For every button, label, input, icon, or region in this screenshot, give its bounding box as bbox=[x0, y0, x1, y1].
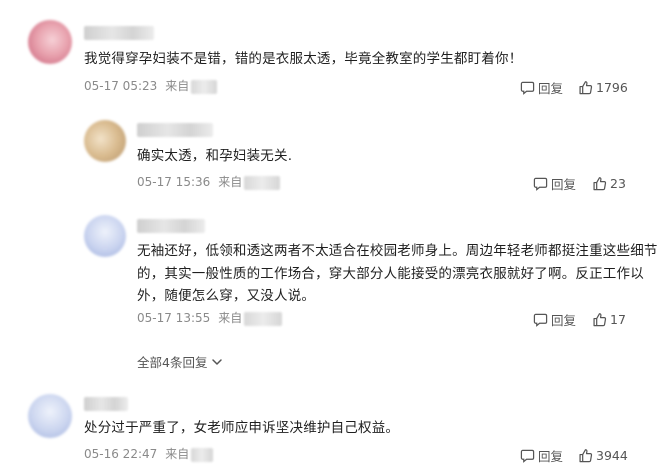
comment-bubble-icon bbox=[533, 313, 548, 327]
show-all-replies-label: 全部4条回复 bbox=[137, 355, 208, 370]
like-button[interactable]: 3944 bbox=[578, 446, 628, 464]
reply-label: 回复 bbox=[551, 176, 577, 192]
timestamp: 05-16 22:47 bbox=[84, 447, 158, 461]
like-count: 17 bbox=[610, 311, 626, 327]
comment-meta: 05-17 13:55 来自 bbox=[137, 310, 283, 326]
reply-label: 回复 bbox=[538, 80, 564, 96]
username-blurred[interactable] bbox=[84, 397, 128, 411]
timestamp: 05-17 15:36 bbox=[137, 175, 211, 189]
comment-text: 处分过于严重了，女老师应申诉坚决维护自己权益。 bbox=[84, 420, 400, 436]
comment-text: 无袖还好，低领和透这两者不太适合在校园老师身上。周边年轻老师都挺注重这些细节 的… bbox=[137, 240, 658, 308]
comment-bubble-icon bbox=[520, 449, 535, 463]
avatar[interactable] bbox=[28, 20, 72, 64]
username-blurred[interactable] bbox=[137, 219, 205, 233]
thumbs-up-icon bbox=[593, 176, 607, 190]
source-label: 来自 bbox=[218, 311, 243, 325]
source-label: 来自 bbox=[218, 175, 243, 189]
timestamp: 05-17 13:55 bbox=[137, 311, 211, 325]
reply-button[interactable]: 回复 bbox=[520, 446, 563, 464]
comment-meta: 05-16 22:47 来自 bbox=[84, 446, 214, 462]
username-blurred[interactable] bbox=[137, 123, 213, 137]
show-all-replies-button[interactable]: 全部4条回复 bbox=[137, 352, 223, 371]
timestamp: 05-17 05:23 bbox=[84, 79, 158, 93]
like-count: 1796 bbox=[596, 79, 628, 95]
comment-bubble-icon bbox=[520, 81, 535, 95]
comment-text-line: 的，其实一般性质的工作场合，穿大部分人能接受的漂亮衣服就好了啊。反正工作以 bbox=[137, 265, 644, 282]
chevron-down-icon bbox=[212, 358, 223, 365]
reply-button[interactable]: 回复 bbox=[520, 78, 563, 96]
thumbs-up-icon bbox=[579, 448, 593, 462]
like-count: 3944 bbox=[596, 447, 628, 463]
comment-meta: 05-17 05:23 来自 bbox=[84, 78, 218, 94]
reply-button[interactable]: 回复 bbox=[533, 174, 576, 192]
source-blurred bbox=[244, 311, 283, 326]
comment-meta: 05-17 15:36 来自 bbox=[137, 174, 281, 190]
thumbs-up-icon bbox=[593, 312, 607, 326]
like-count: 23 bbox=[610, 175, 626, 191]
comment-text: 确实太透，和孕妇装无关. bbox=[137, 148, 293, 164]
like-button[interactable]: 17 bbox=[592, 310, 626, 328]
username-blurred[interactable] bbox=[84, 26, 154, 40]
comment-text: 我觉得穿孕妇装不是错，错的是衣服太透，毕竟全教室的学生都盯着你！ bbox=[84, 51, 523, 67]
reply-label: 回复 bbox=[551, 312, 577, 328]
reply-button[interactable]: 回复 bbox=[533, 310, 576, 328]
thumbs-up-icon bbox=[579, 80, 593, 94]
avatar[interactable] bbox=[28, 394, 72, 438]
source-label: 来自 bbox=[165, 447, 190, 461]
avatar[interactable] bbox=[84, 120, 126, 162]
like-button[interactable]: 1796 bbox=[578, 78, 628, 96]
source-blurred bbox=[244, 175, 281, 190]
source-blurred bbox=[191, 447, 214, 462]
source-label: 来自 bbox=[165, 79, 190, 93]
comment-text-line: 无袖还好，低领和透这两者不太适合在校园老师身上。周边年轻老师都挺注重这些细节 bbox=[137, 243, 658, 259]
reply-label: 回复 bbox=[538, 448, 564, 464]
avatar[interactable] bbox=[84, 215, 126, 257]
comment-bubble-icon bbox=[533, 177, 548, 191]
source-blurred bbox=[191, 79, 218, 94]
comment-text-line: 外，随便怎么穿，又没人说。 bbox=[137, 288, 316, 304]
like-button[interactable]: 23 bbox=[592, 174, 626, 192]
